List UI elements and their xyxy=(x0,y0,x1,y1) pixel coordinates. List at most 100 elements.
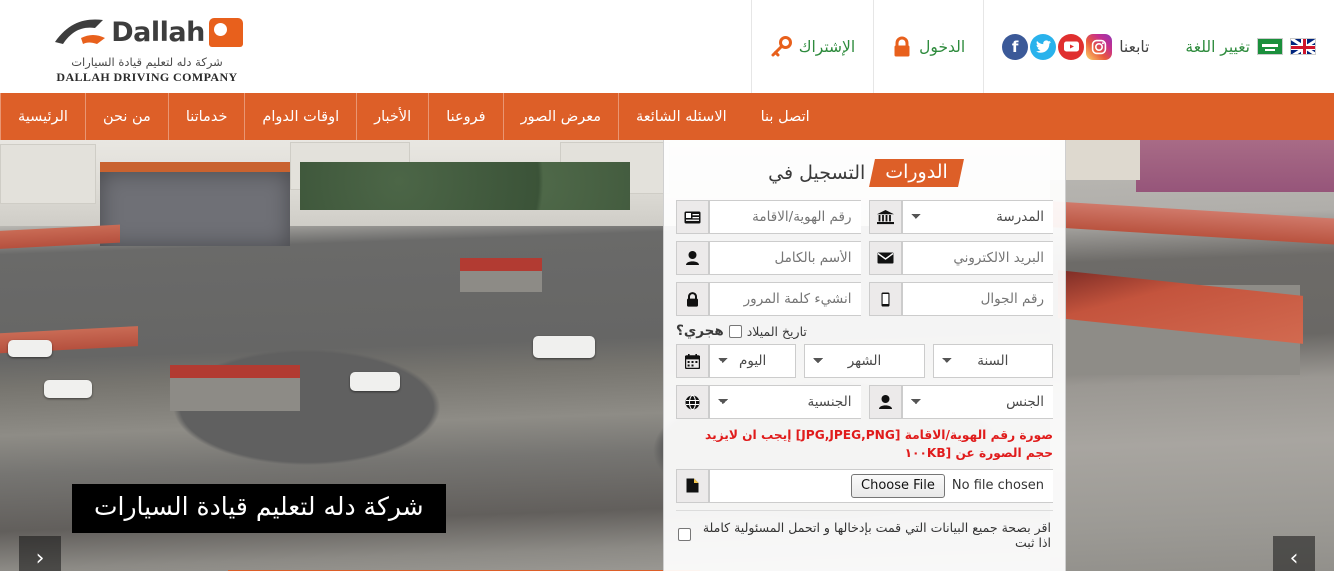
facebook-icon[interactable]: f xyxy=(1002,33,1029,60)
form-row-password-mobile xyxy=(676,282,1053,316)
hijri-toggle-row: هجري؟ تاريخ الميلاد xyxy=(676,323,1053,339)
right-parking-canopy xyxy=(1050,201,1334,245)
no-file-chosen-text: No file chosen xyxy=(951,477,1044,493)
birth-month-select[interactable]: الشهر xyxy=(804,344,925,378)
flag-united-kingdom-icon[interactable] xyxy=(1290,38,1316,55)
nav-item-gallery[interactable]: معرض الصور xyxy=(502,93,618,140)
logo-letter-a xyxy=(208,18,243,47)
field-group-year: السنة xyxy=(932,344,1053,378)
upload-notice-prefix: صورة رقم الهوية/الاقامة xyxy=(904,428,1053,442)
field-group-day: اليوم xyxy=(676,344,797,378)
brand-english-name: DALLAH DRIVING COMPANY xyxy=(56,69,238,84)
follow-us-label: تابعنا xyxy=(1119,37,1150,56)
right-purple-building xyxy=(1136,140,1334,192)
follow-us-group[interactable]: تابعنا f xyxy=(983,0,1167,93)
field-group-file-upload: Choose File No file chosen xyxy=(676,468,1053,503)
hero-carousel: شركة دله لتعليم قيادة السيارات موقعها ال… xyxy=(0,140,1334,571)
birth-day-select[interactable]: اليوم xyxy=(709,344,797,378)
hijri-label: هجري؟ xyxy=(676,323,724,339)
subscribe-link[interactable]: الإشتراك xyxy=(750,0,873,93)
nav-item-services[interactable]: خدماتنا xyxy=(167,93,245,140)
id-number-input[interactable] xyxy=(709,200,861,234)
mobile-input[interactable] xyxy=(901,282,1053,316)
choose-file-button[interactable]: Choose File xyxy=(851,473,945,498)
field-group-password xyxy=(676,282,861,316)
form-row-birthdate: اليوم الشهر السنة xyxy=(676,344,1053,378)
hero-grandstand xyxy=(100,162,290,246)
login-label: الدخول xyxy=(919,37,966,56)
hero-title: شركة دله لتعليم قيادة السيارات xyxy=(72,484,446,534)
twitter-icon[interactable] xyxy=(1030,33,1057,60)
language-switcher[interactable]: تغيير اللغة xyxy=(1167,0,1334,93)
hero-trees xyxy=(300,162,630,210)
lock-icon xyxy=(676,282,709,316)
file-icon xyxy=(676,468,709,503)
form-heading: التسجيل في الدورات xyxy=(676,159,1053,187)
social-icons: f xyxy=(1002,33,1113,60)
nationality-select[interactable]: الجنسية xyxy=(709,385,861,419)
email-input[interactable] xyxy=(901,241,1053,275)
nav-item-hours[interactable]: اوقات الدوام xyxy=(244,93,356,140)
key-icon xyxy=(770,35,792,58)
agreement-row: اقر بصحة جميع البيانات التي قمت بإدخالها… xyxy=(676,509,1053,550)
user-icon xyxy=(868,385,902,419)
calendar-icon xyxy=(676,344,709,378)
carousel-next-arrow-icon[interactable]: › xyxy=(1273,536,1315,571)
upload-notice-size: ١٠٠KB] xyxy=(904,446,952,461)
site-logo[interactable]: Dallah شركة دله لتعليم قيادة السيارات DA… xyxy=(0,0,294,93)
nav-item-home[interactable]: الرئيسية xyxy=(0,93,85,140)
field-group-mobile xyxy=(868,282,1053,316)
main-navigation: الرئيسية من نحن خدماتنا اوقات الدوام الأ… xyxy=(0,93,1334,140)
form-row-nationality-gender: الجنسية الجنس xyxy=(676,385,1053,419)
carousel-prev-arrow-icon[interactable]: ‹ xyxy=(19,536,61,571)
field-group-email xyxy=(868,241,1053,275)
nav-item-branches[interactable]: فروعنا xyxy=(428,93,502,140)
hijri-checkbox[interactable] xyxy=(728,324,742,338)
full-name-input[interactable] xyxy=(709,241,861,275)
upload-notice: صورة رقم الهوية/الاقامة [JPG,JPEG,PNG] إ… xyxy=(676,426,1053,463)
user-icon xyxy=(676,241,709,275)
hero-car-white-3 xyxy=(44,380,92,398)
agreement-label: اقر بصحة جميع البيانات التي قمت بإدخالها… xyxy=(702,519,1051,550)
form-heading-badge-text: الدورات xyxy=(885,161,949,183)
globe-icon xyxy=(676,385,709,419)
subscribe-label: الإشتراك xyxy=(798,37,856,56)
gender-select[interactable]: الجنس xyxy=(901,385,1053,419)
agreement-checkbox[interactable] xyxy=(678,528,691,542)
nav-item-about[interactable]: من نحن xyxy=(84,93,168,140)
hero-car-white-2 xyxy=(350,372,400,391)
youtube-icon[interactable] xyxy=(1058,33,1085,60)
logo-wordmark: Dallah xyxy=(111,16,205,48)
field-group-id-number xyxy=(676,200,861,234)
flag-saudi-arabia-icon[interactable] xyxy=(1257,38,1283,55)
logo-mark: Dallah xyxy=(51,15,243,51)
login-link[interactable]: الدخول xyxy=(873,0,983,93)
file-input-display[interactable]: Choose File No file chosen xyxy=(709,468,1053,503)
mobile-icon xyxy=(868,282,902,316)
form-row-name-email xyxy=(676,241,1053,275)
id-card-icon xyxy=(676,200,709,234)
form-heading-text: التسجيل في xyxy=(768,162,866,184)
brand-arabic-name: شركة دله لتعليم قيادة السيارات xyxy=(71,54,223,69)
top-bar: Dallah شركة دله لتعليم قيادة السيارات DA… xyxy=(0,0,1334,93)
hero-building-left xyxy=(0,144,96,204)
registration-form-panel: التسجيل في الدورات المدرسة xyxy=(663,140,1066,571)
hero-photo-right-slide xyxy=(1050,140,1334,571)
password-input[interactable] xyxy=(709,282,861,316)
birthdate-label: تاريخ الميلاد xyxy=(746,323,807,339)
school-select[interactable]: المدرسة xyxy=(901,200,1053,234)
nav-item-contact[interactable]: اتصل بنا xyxy=(744,93,827,140)
instagram-icon[interactable] xyxy=(1086,33,1113,60)
hero-car-white-4 xyxy=(8,340,52,357)
form-row-id-school: المدرسة xyxy=(676,200,1053,234)
nav-item-faq[interactable]: الاسئله الشائعة xyxy=(618,93,744,140)
field-group-month: الشهر xyxy=(804,344,925,378)
field-group-full-name xyxy=(676,241,861,275)
upload-notice-formats: [JPG,JPEG,PNG] xyxy=(795,428,901,442)
form-heading-badge: الدورات xyxy=(869,159,964,187)
hero-booth-front xyxy=(170,365,300,411)
birth-year-select[interactable]: السنة xyxy=(932,344,1053,378)
bank-icon xyxy=(868,200,902,234)
nav-item-news[interactable]: الأخبار xyxy=(356,93,428,140)
form-row-file-upload: Choose File No file chosen xyxy=(676,468,1053,503)
